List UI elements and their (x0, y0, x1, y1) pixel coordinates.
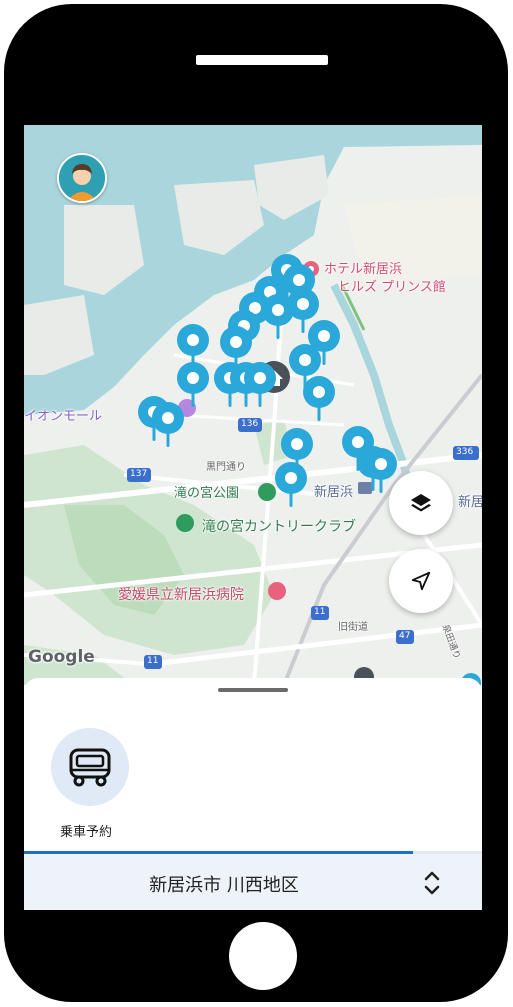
ride-reservation-button[interactable] (51, 728, 129, 806)
map-label-country-club: 滝の宮カントリークラブ (202, 519, 356, 535)
map-label-hotel: ホテル新居浜 (324, 262, 403, 277)
route-number: 47 (399, 631, 411, 641)
route-number: 336 (456, 447, 474, 457)
bus-stop-pin[interactable] (151, 401, 185, 449)
bus-icon (69, 748, 111, 787)
user-avatar[interactable] (57, 153, 107, 203)
region-selector[interactable]: 新居浜市 川西地区 (24, 854, 482, 910)
map-label-street: 黒門通り (206, 462, 246, 473)
google-logo: Google (28, 647, 95, 667)
layers-button[interactable] (389, 471, 453, 535)
map-label-park: 滝の宮公園 (174, 486, 240, 501)
route-number: 136 (241, 419, 259, 429)
bottom-sheet: 乗車予約 新居浜市 川西地区 (24, 678, 482, 910)
layers-icon (411, 494, 431, 512)
ride-reservation-label: 乗車予約 (60, 825, 113, 840)
route-number: 11 (147, 656, 159, 666)
user-avatar-icon (59, 155, 105, 201)
chevron-updown-icon (424, 871, 440, 895)
map-label-station: 新居浜 (314, 485, 354, 500)
map-view[interactable]: ホテル新居浜 ヒルズ プリンス館 イオンモール 黒門通り 滝の宮公園 新居浜 滝… (24, 125, 482, 685)
region-name: 新居浜市 川西地区 (149, 875, 299, 896)
app-screen: ホテル新居浜 ヒルズ プリンス館 イオンモール 黒門通り 滝の宮公園 新居浜 滝… (24, 125, 482, 910)
route-number: 137 (130, 469, 148, 479)
map-label-place: 新居 (458, 495, 482, 510)
bus-stop-pin[interactable] (243, 361, 277, 409)
sheet-drag-handle[interactable] (218, 688, 288, 692)
map-label-aeon: イオンモール (24, 409, 103, 424)
bus-stop-pin[interactable] (302, 375, 336, 423)
home-button[interactable] (229, 922, 297, 990)
phone-speaker (196, 55, 328, 65)
map-label-hospital: 愛媛県立新居浜病院 (118, 587, 244, 603)
my-location-button[interactable] (389, 549, 453, 613)
map-label-hotel: ヒルズ プリンス館 (338, 280, 446, 295)
map-label-street: 旧街道 (338, 622, 368, 633)
navigation-arrow-icon (411, 571, 431, 591)
route-number: 11 (314, 607, 326, 617)
bus-stop-pin[interactable] (274, 461, 308, 509)
